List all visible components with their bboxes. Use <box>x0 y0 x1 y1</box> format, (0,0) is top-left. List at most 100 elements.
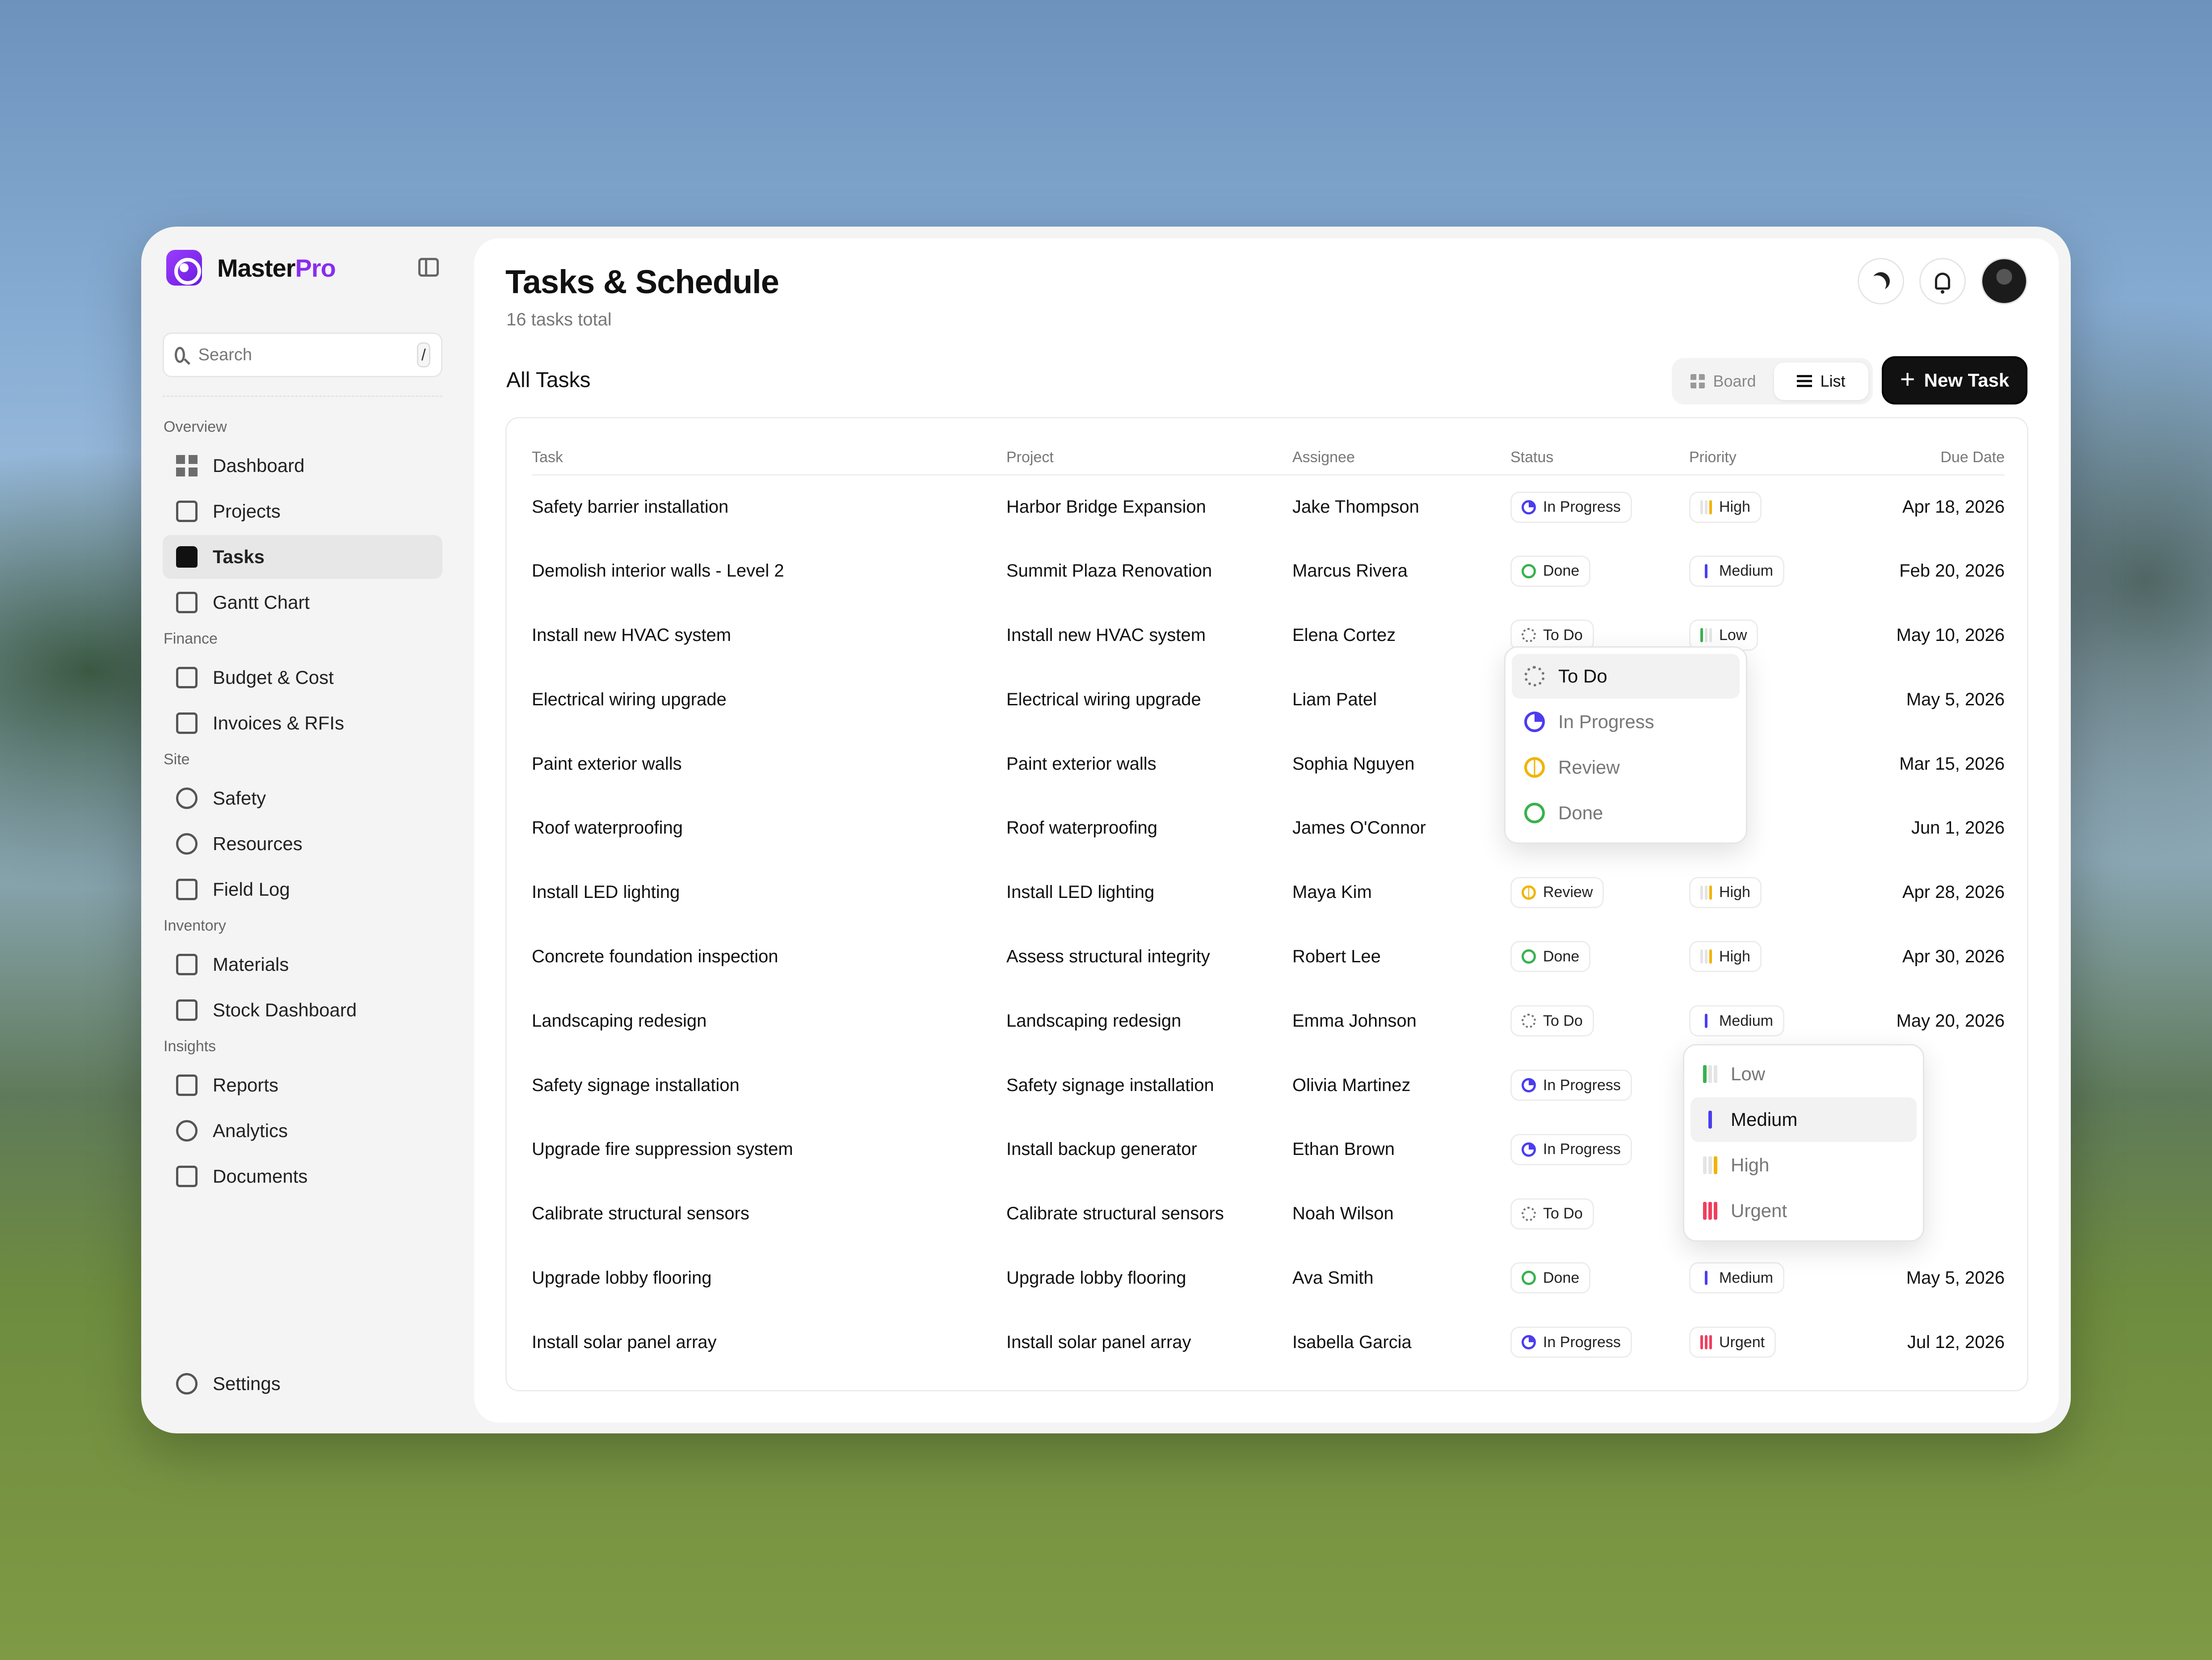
status-option-review[interactable]: Review <box>1512 745 1740 790</box>
table-row[interactable]: Demolish interior walls - Level 2 Summit … <box>532 539 2005 603</box>
status-cell: In Progress <box>1510 475 1689 539</box>
sidebar-toggle-icon[interactable] <box>418 258 439 277</box>
priority-label: Low <box>1719 626 1747 644</box>
new-task-button[interactable]: + New Task <box>1882 356 2027 404</box>
notifications-button[interactable] <box>1919 258 1966 304</box>
status-cell: In Progress <box>1510 1117 1689 1182</box>
status-badge[interactable]: To Do <box>1510 1198 1594 1230</box>
sidebar-item-analytics[interactable]: Analytics <box>163 1109 442 1153</box>
sidebar-item-resources[interactable]: Resources <box>163 822 442 866</box>
task-name[interactable]: Install new HVAC system <box>532 603 1006 668</box>
priority-badge[interactable]: Medium <box>1689 1262 1784 1294</box>
sidebar-item-gantt-chart[interactable]: Gantt Chart <box>163 581 442 624</box>
column-header-due-date[interactable]: Due Date <box>1877 441 2005 476</box>
due-date: May 10, 2026 <box>1896 625 2005 645</box>
priority-badge[interactable]: Medium <box>1689 1005 1784 1037</box>
status-label: Done <box>1543 1269 1580 1286</box>
status-badge[interactable]: In Progress <box>1510 1070 1632 1101</box>
sidebar-item-dashboard[interactable]: Dashboard <box>163 444 442 488</box>
clipboard-icon <box>176 879 198 900</box>
list-view-button[interactable]: List <box>1774 362 1868 400</box>
table-row[interactable]: Landscaping redesign Landscaping redesign… <box>532 989 2005 1053</box>
priority-badge[interactable]: Urgent <box>1689 1327 1776 1358</box>
priority-badge[interactable]: Medium <box>1689 555 1784 587</box>
status-cell: Review <box>1510 860 1689 925</box>
sidebar-item-label: Resources <box>213 833 303 854</box>
table-row[interactable]: Electrical wiring upgrade Electrical wiri… <box>532 667 2005 732</box>
status-badge[interactable]: In Progress <box>1510 1327 1632 1358</box>
status-badge[interactable]: Done <box>1510 1262 1591 1294</box>
board-view-button[interactable]: Board <box>1676 362 1770 400</box>
priority-option-urgent[interactable]: Urgent <box>1691 1188 1917 1233</box>
task-name[interactable]: Calibrate structural sensors <box>532 1182 1006 1246</box>
table-row[interactable]: Roof waterproofing Roof waterproofing Jame… <box>532 796 2005 860</box>
line-chart-icon <box>176 1074 198 1096</box>
status-badge[interactable]: Done <box>1510 555 1591 587</box>
sidebar-item-field-log[interactable]: Field Log <box>163 868 442 911</box>
sidebar-item-invoices-rfis[interactable]: Invoices & RFIs <box>163 701 442 745</box>
section-title: All Tasks <box>506 368 591 392</box>
sidebar-item-budget-cost[interactable]: Budget & Cost <box>163 656 442 699</box>
task-name[interactable]: Safety signage installation <box>532 1053 1006 1117</box>
table-row[interactable]: Safety barrier installation Harbor Bridge… <box>532 475 2005 539</box>
table-row[interactable]: Concrete foundation inspection Assess str… <box>532 925 2005 989</box>
table-row[interactable]: Install new HVAC system Install new HVAC … <box>532 603 2005 668</box>
status-badge[interactable]: Done <box>1510 941 1591 973</box>
task-name[interactable]: Upgrade lobby flooring <box>532 1246 1006 1310</box>
task-name[interactable]: Paint exterior walls <box>532 732 1006 796</box>
column-header-project[interactable]: Project <box>1006 441 1292 476</box>
pie-chart-icon <box>176 1120 198 1142</box>
task-name[interactable]: Landscaping redesign <box>532 989 1006 1053</box>
sidebar-item-projects[interactable]: Projects <box>163 489 442 533</box>
table-row[interactable]: Paint exterior walls Paint exterior walls… <box>532 732 2005 796</box>
sidebar-item-materials[interactable]: Materials <box>163 943 442 986</box>
task-name[interactable]: Install LED lighting <box>532 860 1006 925</box>
task-name[interactable]: Install solar panel array <box>532 1310 1006 1374</box>
task-name[interactable]: Electrical wiring upgrade <box>532 667 1006 732</box>
priority-bars-icon <box>1700 1335 1712 1350</box>
search-box[interactable]: / <box>163 333 442 377</box>
sidebar-item-stock-dashboard[interactable]: Stock Dashboard <box>163 988 442 1032</box>
sidebar-item-reports[interactable]: Reports <box>163 1063 442 1107</box>
priority-badge[interactable]: High <box>1689 876 1762 908</box>
project-name: Roof waterproofing <box>1006 818 1157 838</box>
status-option-to-do[interactable]: To Do <box>1512 654 1740 699</box>
brand-name: MasterPro <box>217 253 336 282</box>
task-name[interactable]: Upgrade fire suppression system <box>532 1117 1006 1182</box>
column-header-status[interactable]: Status <box>1510 441 1689 476</box>
status-badge[interactable]: To Do <box>1510 1005 1594 1037</box>
task-name[interactable]: Concrete foundation inspection <box>532 925 1006 989</box>
status-option-done[interactable]: Done <box>1512 791 1740 835</box>
brand[interactable]: MasterPro <box>166 250 336 286</box>
status-option-in-progress[interactable]: In Progress <box>1512 699 1740 744</box>
sidebar-item-documents[interactable]: Documents <box>163 1154 442 1198</box>
due-date: May 5, 2026 <box>1906 1268 2005 1288</box>
search-input[interactable] <box>198 345 417 365</box>
sidebar-item-label: Settings <box>213 1373 281 1394</box>
column-header-task[interactable]: Task <box>532 441 1006 476</box>
table-row[interactable]: Install solar panel array Install solar p… <box>532 1310 2005 1374</box>
theme-toggle-button[interactable] <box>1858 258 1904 304</box>
task-name[interactable]: Demolish interior walls - Level 2 <box>532 539 1006 603</box>
avatar[interactable] <box>1981 258 2027 304</box>
column-header-assignee[interactable]: Assignee <box>1292 441 1510 476</box>
task-name[interactable]: Safety barrier installation <box>532 475 1006 539</box>
helmet-icon <box>176 833 198 855</box>
priority-option-low[interactable]: Low <box>1691 1052 1917 1096</box>
status-cell: To Do <box>1510 1182 1689 1246</box>
column-header-priority[interactable]: Priority <box>1689 441 1877 476</box>
status-badge[interactable]: Review <box>1510 876 1604 908</box>
status-badge[interactable]: In Progress <box>1510 1133 1632 1165</box>
logo-icon <box>166 250 202 286</box>
sidebar-item-safety[interactable]: Safety <box>163 776 442 820</box>
priority-badge[interactable]: High <box>1689 941 1762 973</box>
priority-option-high[interactable]: High <box>1691 1143 1917 1188</box>
sidebar-item-settings[interactable]: Settings <box>163 1362 442 1406</box>
table-row[interactable]: Upgrade lobby flooring Upgrade lobby floo… <box>532 1246 2005 1310</box>
priority-option-medium[interactable]: Medium <box>1691 1097 1917 1142</box>
sidebar-item-tasks[interactable]: Tasks <box>163 535 442 579</box>
table-row[interactable]: Install LED lighting Install LED lighting… <box>532 860 2005 925</box>
status-badge[interactable]: In Progress <box>1510 491 1632 523</box>
task-name[interactable]: Roof waterproofing <box>532 796 1006 860</box>
priority-badge[interactable]: High <box>1689 491 1762 523</box>
